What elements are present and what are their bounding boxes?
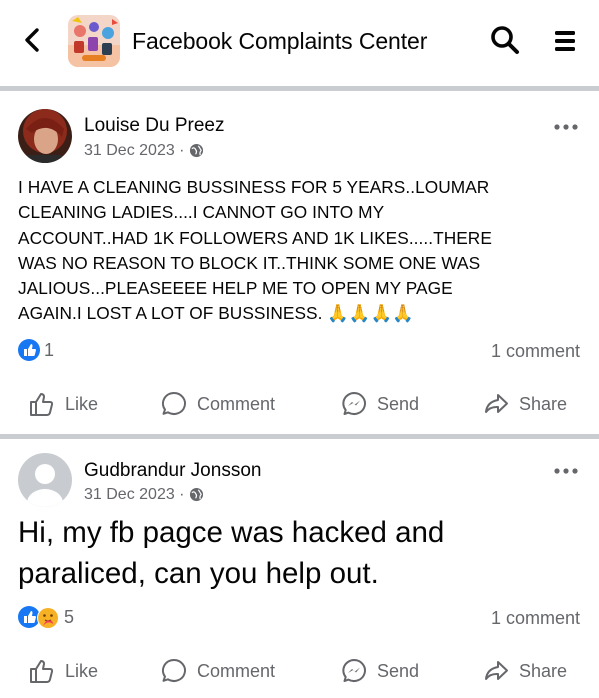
post-author[interactable]: Gudbrandur Jonsson	[84, 459, 261, 483]
comment-button[interactable]: Comment	[160, 656, 275, 686]
like-label: Like	[65, 660, 99, 681]
praying-hands-emoji: 🙏🙏🙏🙏	[327, 303, 414, 324]
share-icon	[485, 394, 508, 413]
post-card: Gudbrandur Jonsson 31 Dec 2023 · Hi, my …	[0, 439, 599, 698]
like-button[interactable]: Like	[28, 389, 98, 419]
page-title: Facebook Complaints Center	[132, 28, 428, 54]
comment-label: Comment	[197, 393, 276, 414]
share-label: Share	[519, 393, 568, 414]
post-text: Hi, my fb pagce was hacked and paraliced…	[18, 516, 445, 590]
avatar[interactable]	[18, 453, 72, 507]
like-button[interactable]: Like	[28, 656, 98, 686]
share-button[interactable]: Share	[482, 656, 567, 686]
like-icon	[30, 393, 54, 416]
menu-icon[interactable]	[550, 22, 580, 58]
reaction-summary[interactable]: 5	[18, 605, 108, 631]
share-button[interactable]: Share	[482, 389, 567, 419]
send-label: Send	[377, 393, 420, 414]
back-arrow-icon[interactable]	[18, 22, 48, 58]
app-header: Facebook Complaints Center	[0, 0, 599, 86]
send-label: Send	[377, 660, 420, 681]
like-label: Like	[65, 393, 99, 414]
more-options-icon[interactable]	[552, 463, 580, 474]
post-meta: 31 Dec 2023 ·	[84, 485, 204, 508]
avatar[interactable]	[18, 109, 72, 163]
comment-count[interactable]: 1 comment	[491, 339, 580, 363]
post-date[interactable]: 31 Dec 2023 ·	[84, 486, 185, 503]
messenger-icon	[342, 392, 366, 415]
globe-icon	[189, 487, 204, 508]
messenger-icon	[342, 659, 366, 682]
comment-button[interactable]: Comment	[160, 389, 275, 419]
reaction-count: 1	[44, 340, 55, 360]
post-text: I HAVE A CLEANING BUSSINESS FOR 5 YEARS.…	[18, 175, 583, 327]
reaction-summary[interactable]: 1	[18, 338, 98, 364]
post-date[interactable]: 31 Dec 2023 ·	[84, 142, 185, 159]
comment-icon	[162, 658, 186, 682]
care-reaction-icon	[36, 606, 60, 635]
like-reaction-icon	[18, 339, 40, 366]
post-meta: 31 Dec 2023 ·	[84, 141, 204, 164]
share-icon	[485, 661, 508, 680]
more-options-icon[interactable]	[552, 119, 580, 130]
post-author[interactable]: Louise Du Preez	[84, 114, 224, 138]
send-button[interactable]: Send	[340, 389, 419, 419]
search-icon[interactable]	[487, 22, 523, 58]
group-avatar[interactable]	[68, 15, 120, 67]
like-icon	[30, 660, 54, 683]
send-button[interactable]: Send	[340, 656, 419, 686]
comment-label: Comment	[197, 660, 276, 681]
post-card: Louise Du Preez 31 Dec 2023 · I HAVE A C…	[0, 91, 599, 434]
share-label: Share	[519, 660, 568, 681]
comment-count[interactable]: 1 comment	[491, 606, 580, 630]
post-text-content: I HAVE A CLEANING BUSSINESS FOR 5 YEARS.…	[18, 177, 492, 324]
globe-icon	[189, 143, 204, 164]
reaction-count: 5	[64, 607, 75, 627]
comment-icon	[162, 391, 186, 415]
